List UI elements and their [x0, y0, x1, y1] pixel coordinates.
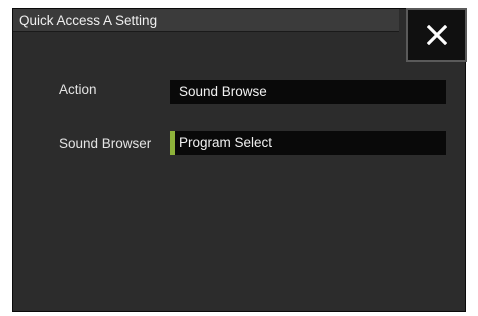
quick-access-setting-dialog: Quick Access A Setting Action Sound Brow…	[12, 8, 467, 312]
title-bar: Quick Access A Setting	[13, 9, 399, 32]
action-value: Sound Browse	[179, 84, 267, 99]
sound-browser-label: Sound Browser	[59, 136, 152, 151]
close-x-icon	[427, 25, 447, 45]
close-button[interactable]	[406, 8, 467, 62]
sound-browser-value: Program Select	[179, 135, 273, 150]
dialog-title: Quick Access A Setting	[19, 13, 158, 28]
action-field[interactable]: Sound Browse	[170, 80, 446, 104]
sound-browser-field[interactable]: Program Select	[170, 131, 446, 155]
action-label: Action	[59, 82, 97, 97]
selection-marker	[170, 131, 175, 155]
